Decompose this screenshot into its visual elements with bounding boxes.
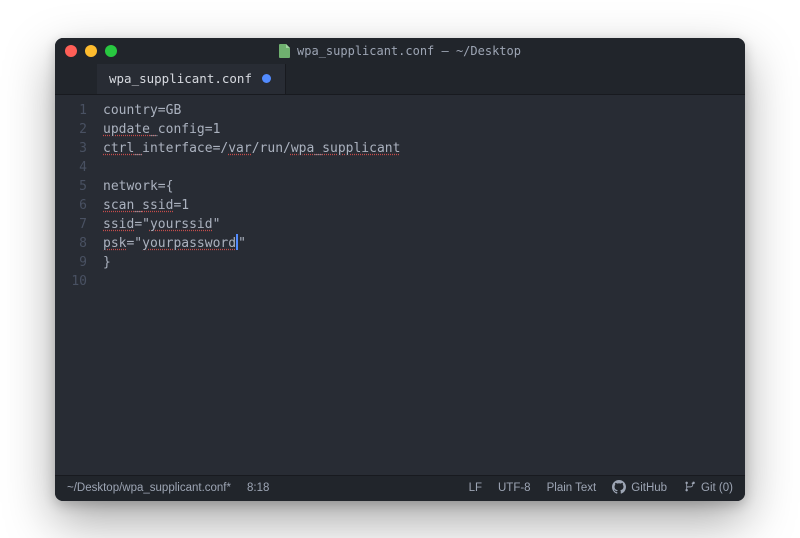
code-line[interactable]: country=GB <box>103 101 745 120</box>
code-segment: =" <box>126 236 142 251</box>
window-title-text: wpa_supplicant.conf — ~/Desktop <box>297 44 521 58</box>
spell-error-segment: yourssid <box>150 217 213 232</box>
spell-error-segment: ctrl_ <box>103 141 142 156</box>
line-number: 2 <box>55 120 87 139</box>
code-segment: /run/ <box>252 141 291 156</box>
code-segment: } <box>103 255 111 270</box>
status-encoding[interactable]: UTF-8 <box>498 482 531 494</box>
code-segment: network={ <box>103 179 173 194</box>
line-number: 6 <box>55 196 87 215</box>
code-content[interactable]: country=GBupdate_config=1ctrl_interface=… <box>97 95 745 475</box>
maximize-icon[interactable] <box>105 45 117 57</box>
code-line[interactable] <box>103 272 745 291</box>
close-icon[interactable] <box>65 45 77 57</box>
tabbar: wpa_supplicant.conf <box>55 64 745 95</box>
code-line[interactable]: psk="yourpassword" <box>103 234 745 253</box>
code-line[interactable]: scan_ssid=1 <box>103 196 745 215</box>
editor-window: wpa_supplicant.conf — ~/Desktop wpa_supp… <box>55 38 745 501</box>
code-segment: =1 <box>173 198 189 213</box>
editor-area[interactable]: 12345678910 country=GBupdate_config=1ctr… <box>55 95 745 475</box>
github-label: GitHub <box>631 482 667 494</box>
line-number: 8 <box>55 234 87 253</box>
code-segment: config=1 <box>158 122 221 137</box>
code-line[interactable]: update_config=1 <box>103 120 745 139</box>
status-grammar[interactable]: Plain Text <box>547 482 597 494</box>
code-line[interactable]: network={ <box>103 177 745 196</box>
line-number: 3 <box>55 139 87 158</box>
github-icon <box>612 480 626 497</box>
line-number: 9 <box>55 253 87 272</box>
spell-error-segment: var <box>228 141 251 156</box>
spell-error-segment: yourpassword <box>142 236 236 251</box>
spell-error-segment: scan_ <box>103 198 142 213</box>
code-segment: interface=/ <box>142 141 228 156</box>
status-right: LF UTF-8 Plain Text GitHub Git (0) <box>469 480 733 497</box>
file-icon <box>279 44 291 58</box>
code-segment: country=GB <box>103 103 181 118</box>
code-line[interactable]: } <box>103 253 745 272</box>
spell-error-segment: ssid <box>142 198 173 213</box>
traffic-lights <box>65 45 117 57</box>
line-number: 7 <box>55 215 87 234</box>
line-number: 5 <box>55 177 87 196</box>
statusbar: ~/Desktop/wpa_supplicant.conf* 8:18 LF U… <box>55 475 745 501</box>
line-number: 1 <box>55 101 87 120</box>
code-segment: " <box>213 217 221 232</box>
tab-file[interactable]: wpa_supplicant.conf <box>97 64 286 94</box>
spell-error-segment: update_ <box>103 122 158 137</box>
code-line[interactable] <box>103 158 745 177</box>
git-label: Git (0) <box>701 482 733 494</box>
status-left: ~/Desktop/wpa_supplicant.conf* 8:18 <box>67 482 269 494</box>
code-segment: =" <box>134 217 150 232</box>
minimize-icon[interactable] <box>85 45 97 57</box>
git-branch-icon <box>683 480 696 496</box>
modified-indicator-icon <box>262 74 271 83</box>
titlebar: wpa_supplicant.conf — ~/Desktop <box>55 38 745 64</box>
tab-filename: wpa_supplicant.conf <box>109 71 252 86</box>
code-line[interactable]: ssid="yourssid" <box>103 215 745 234</box>
status-cursor-position[interactable]: 8:18 <box>247 482 269 494</box>
spell-error-segment: psk <box>103 236 126 251</box>
window-title: wpa_supplicant.conf — ~/Desktop <box>55 44 745 58</box>
tab-spacer <box>55 64 97 94</box>
code-line[interactable]: ctrl_interface=/var/run/wpa_supplicant <box>103 139 745 158</box>
line-number-gutter: 12345678910 <box>55 95 97 475</box>
code-segment: " <box>238 236 246 251</box>
spell-error-segment: ssid <box>103 217 134 232</box>
line-number: 10 <box>55 272 87 291</box>
spell-error-segment: wpa_supplicant <box>291 141 401 156</box>
status-line-ending[interactable]: LF <box>469 482 482 494</box>
line-number: 4 <box>55 158 87 177</box>
status-github[interactable]: GitHub <box>612 480 667 497</box>
status-git[interactable]: Git (0) <box>683 480 733 496</box>
status-filepath[interactable]: ~/Desktop/wpa_supplicant.conf* <box>67 482 231 494</box>
